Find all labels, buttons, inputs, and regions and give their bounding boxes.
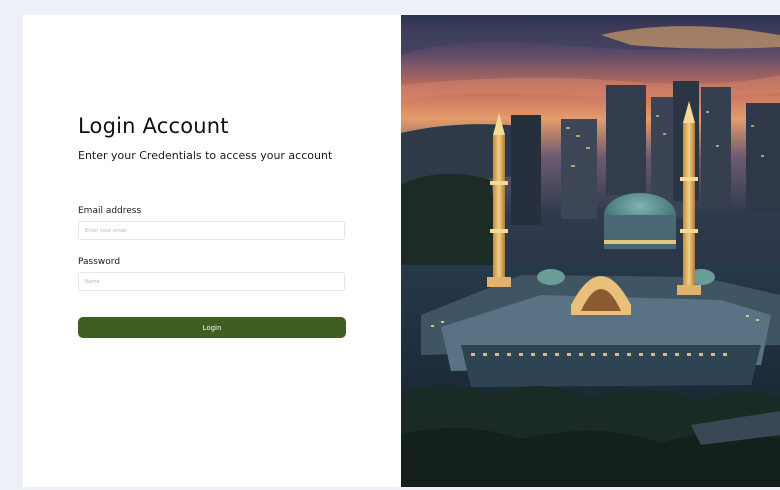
email-label: Email address — [78, 206, 142, 216]
password-label: Password — [78, 257, 121, 267]
password-input[interactable] — [78, 272, 345, 291]
page-subtitle: Enter your Credentials to access your ac… — [78, 149, 333, 162]
login-card: Login Account Enter your Credentials to … — [23, 15, 780, 487]
login-button[interactable]: Login — [78, 317, 346, 338]
mosque-photo — [401, 15, 780, 487]
hero-image-panel — [401, 15, 780, 487]
page-title: Login Account — [78, 114, 229, 138]
login-form-panel: Login Account Enter your Credentials to … — [23, 15, 401, 487]
email-input[interactable] — [78, 221, 345, 240]
